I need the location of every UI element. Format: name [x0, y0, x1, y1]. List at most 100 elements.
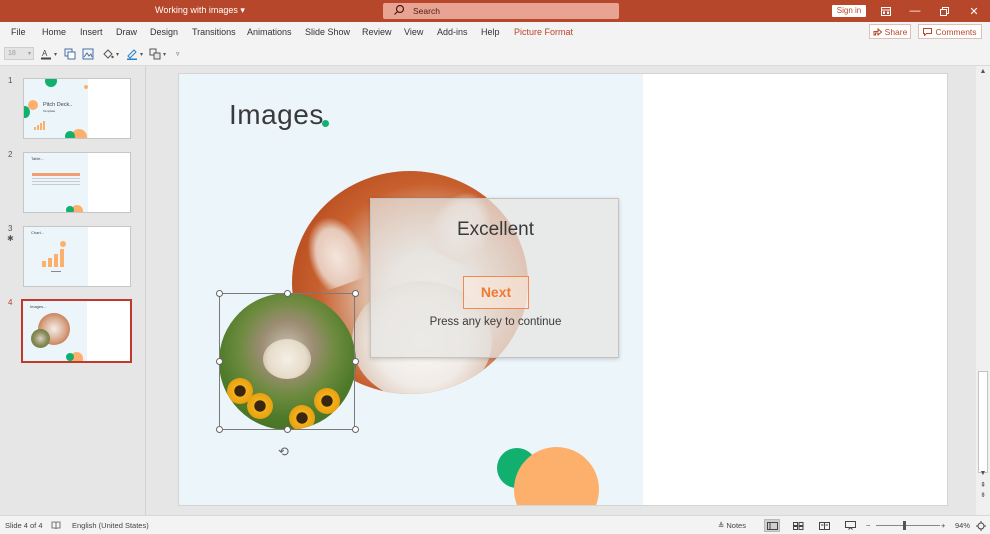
title-accent-dot [322, 120, 329, 127]
menu-bar: File Home Insert Draw Design Transitions… [0, 22, 990, 42]
next-button[interactable]: Next [463, 276, 529, 309]
spelling-check-icon[interactable] [48, 519, 64, 532]
share-label: Share [884, 26, 908, 37]
feedback-dialog: Excellent Next Press any key to continue [370, 198, 619, 358]
tab-transitions[interactable]: Transitions [192, 27, 236, 37]
tab-draw[interactable]: Draw [116, 27, 137, 37]
zoom-level[interactable]: 94% [955, 521, 970, 530]
minimize-icon: — [909, 5, 921, 17]
share-icon [873, 27, 882, 36]
resize-handle-se[interactable] [352, 426, 359, 433]
slide-thumbnail-2[interactable]: Table... [23, 152, 131, 213]
font-color-button[interactable]: A ▾ [40, 47, 57, 61]
thumb-table-row [32, 181, 80, 182]
previous-slide-icon[interactable]: ⇞ [976, 481, 990, 489]
restore-button[interactable] [934, 2, 954, 20]
close-button[interactable]: ✕ [964, 2, 984, 20]
zoom-in-button[interactable]: + [941, 521, 945, 530]
resize-handle-s[interactable] [284, 426, 291, 433]
slide-sorter-icon [792, 521, 803, 530]
normal-view-button[interactable] [764, 519, 780, 532]
comment-icon [923, 27, 933, 36]
sign-in-button[interactable]: Sign in [832, 5, 866, 17]
ribbon-display-button[interactable] [876, 2, 896, 20]
resize-handle-sw[interactable] [216, 426, 223, 433]
tab-help[interactable]: Help [481, 27, 500, 37]
resize-handle-e[interactable] [352, 358, 359, 365]
resize-handle-ne[interactable] [352, 290, 359, 297]
tab-home[interactable]: Home [42, 27, 66, 37]
language-indicator[interactable]: English (United States) [72, 521, 149, 530]
slide-sorter-button[interactable] [790, 519, 806, 532]
resize-handle-n[interactable] [284, 290, 291, 297]
minimize-button[interactable]: — [905, 2, 925, 20]
title-bar: Working with images ▾ Search Sign in — ✕ [0, 0, 990, 22]
picture-button[interactable] [82, 47, 94, 61]
notes-label: Notes [726, 521, 746, 530]
tab-picture-format[interactable]: Picture Format [514, 27, 573, 37]
notes-button[interactable]: ≜ Notes [718, 521, 746, 530]
slide-title[interactable]: Images [229, 99, 324, 131]
pen-outline-icon [127, 49, 137, 60]
dialog-message: Press any key to continue [429, 316, 562, 328]
reading-view-button[interactable] [816, 519, 832, 532]
tab-review[interactable]: Review [362, 27, 392, 37]
thumb-hedgehog-image [31, 329, 50, 348]
chevron-down-icon: ▾ [140, 51, 144, 58]
resize-handle-w[interactable] [216, 358, 223, 365]
slide-thumbnail-4[interactable]: Images... [21, 299, 132, 363]
slide-number: 1 [8, 76, 13, 85]
tab-slide-show[interactable]: Slide Show [305, 27, 350, 37]
reading-view-icon [818, 521, 830, 530]
slide-show-button[interactable] [842, 519, 858, 532]
more-options-button[interactable]: ▿ [176, 47, 180, 61]
scroll-up-icon[interactable]: ▲ [976, 68, 990, 75]
green-dot [65, 131, 75, 138]
scrollbar-thumb[interactable] [978, 371, 988, 473]
slide-number: 4 [8, 298, 13, 307]
font-size-select[interactable]: 18 ▾ [4, 47, 34, 60]
orange-dot [60, 241, 66, 247]
slide-thumbnail-3[interactable]: Chart... [23, 226, 131, 287]
next-slide-icon[interactable]: ⇟ [976, 491, 990, 499]
comments-label: Comments [935, 26, 977, 37]
dialog-title: Excellent [456, 219, 535, 240]
tab-file[interactable]: File [11, 27, 26, 37]
picture-icon [82, 48, 94, 60]
tab-view[interactable]: View [404, 27, 423, 37]
chevron-down-icon: ▾ [27, 51, 31, 57]
search-box[interactable]: Search [383, 3, 619, 19]
tab-animations[interactable]: Animations [247, 27, 292, 37]
fit-to-window-button[interactable] [973, 519, 989, 532]
tab-design[interactable]: Design [150, 27, 178, 37]
fit-to-window-icon [976, 520, 986, 531]
tab-insert[interactable]: Insert [80, 27, 103, 37]
zoom-out-button[interactable]: − [866, 521, 870, 530]
document-title[interactable]: Working with images ▾ [155, 5, 245, 16]
comments-button[interactable]: Comments [918, 24, 982, 39]
search-icon [394, 4, 405, 15]
arrange-button[interactable]: ▾ [149, 47, 166, 61]
slide-thumbnail-1[interactable]: Pitch Deck.. Template [23, 78, 131, 139]
vertical-scrollbar[interactable]: ▲ ▼ ⇞ ⇟ [976, 66, 990, 515]
resize-handle-nw[interactable] [216, 290, 223, 297]
fill-bucket-icon [103, 49, 114, 59]
chevron-down-icon: ▾ [116, 51, 120, 58]
thumb-table-row [32, 178, 80, 179]
svg-text:A: A [42, 49, 48, 58]
shape-fill-button[interactable]: ▾ [102, 47, 119, 61]
font-size-value: 18 [8, 50, 16, 57]
tab-add-ins[interactable]: Add-ins [437, 27, 468, 37]
notes-icon: ≜ [718, 521, 725, 530]
copy-format-button[interactable] [64, 47, 76, 61]
zoom-slider-knob[interactable] [903, 521, 906, 530]
shape-outline-button[interactable]: ▾ [126, 47, 143, 61]
slide-4[interactable]: Images ⟲ Excellent Next Press any key to… [178, 73, 948, 506]
animation-star-icon: ✱ [7, 234, 14, 243]
zoom-slider-track[interactable] [876, 525, 940, 526]
scroll-down-icon[interactable]: ▼ [976, 470, 990, 477]
close-icon: ✕ [969, 5, 979, 18]
orange-dot [84, 85, 88, 89]
share-button[interactable]: Share [869, 24, 911, 39]
rotate-handle-icon[interactable]: ⟲ [278, 444, 289, 460]
